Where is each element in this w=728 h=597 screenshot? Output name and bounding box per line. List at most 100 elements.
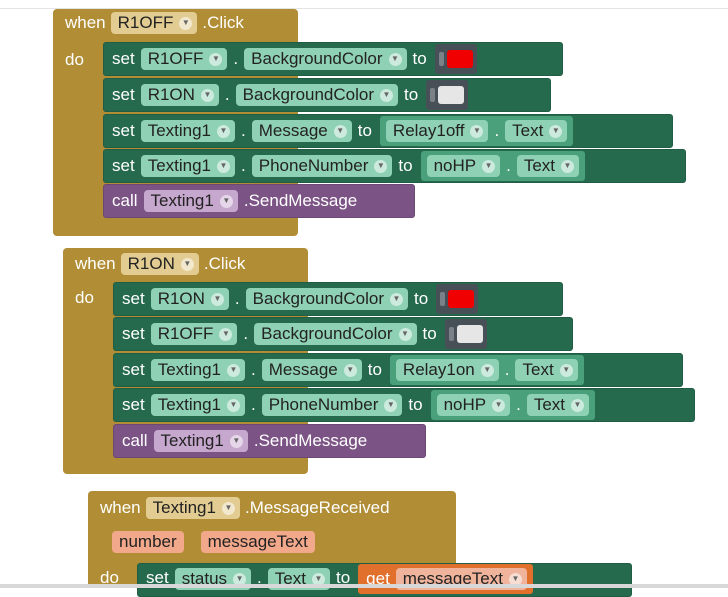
call-keyword: call (112, 191, 138, 210)
dot-separator: . (251, 360, 256, 379)
chevron-down-icon: ▼ (390, 292, 404, 306)
component-dropdown[interactable]: R1OFF ▼ (110, 12, 198, 34)
property-dropdown[interactable]: Message ▼ (261, 359, 362, 381)
component-name: noHP (433, 156, 477, 175)
color-swatch-red[interactable] (446, 50, 473, 68)
set-keyword: set (112, 121, 135, 140)
to-keyword: to (408, 395, 423, 414)
chevron-down-icon: ▼ (227, 398, 241, 412)
event-header: when R1ON ▼ .Click (75, 253, 245, 275)
set-statement[interactable]: set R1OFF ▼ . BackgroundColor ▼ to (113, 317, 573, 351)
call-keyword: call (122, 431, 148, 450)
dot-separator: . (243, 324, 249, 343)
set-statement[interactable]: set R1OFF ▼ . BackgroundColor ▼ to (103, 42, 563, 76)
do-keyword: do (65, 50, 84, 69)
dot-separator: . (241, 156, 246, 175)
property-dropdown[interactable]: Text ▼ (526, 394, 590, 416)
component-dropdown[interactable]: R1ON ▼ (140, 84, 219, 106)
component-name: Texting1 (147, 121, 212, 140)
component-dropdown[interactable]: Texting1 ▼ (150, 359, 246, 381)
component-dropdown[interactable]: R1ON ▼ (120, 253, 199, 275)
chevron-down-icon: ▼ (380, 88, 394, 102)
component-dropdown[interactable]: Texting1 ▼ (140, 120, 236, 142)
component-dropdown[interactable]: Relay1off ▼ (385, 120, 489, 142)
component-dropdown[interactable]: noHP ▼ (436, 394, 511, 416)
component-dropdown[interactable]: Texting1 ▼ (145, 497, 240, 519)
set-statement[interactable]: set R1ON ▼ . BackgroundColor ▼ to (113, 282, 563, 316)
when-keyword: when (65, 13, 106, 32)
call-statement[interactable]: call Texting1 ▼ .SendMessage (103, 184, 415, 218)
property-dropdown[interactable]: Text ▼ (516, 155, 580, 177)
event-header: when R1OFF ▼ .Click (65, 12, 244, 34)
component-dropdown[interactable]: R1ON ▼ (150, 288, 229, 310)
component-name: R1ON (147, 85, 195, 104)
component-name: Texting1 (147, 156, 212, 175)
chevron-down-icon: ▼ (210, 292, 224, 306)
set-statement[interactable]: set Texting1 ▼ . Message ▼ to Relay1on ▼ . … (113, 353, 683, 387)
component-dropdown[interactable]: Texting1 ▼ (140, 155, 236, 177)
component-dropdown[interactable]: Texting1 ▼ (143, 190, 238, 212)
component-dropdown[interactable]: noHP ▼ (426, 155, 501, 177)
event-name: .Click (202, 13, 244, 32)
property-name: BackgroundColor (252, 289, 385, 308)
component-dropdown[interactable]: R1OFF ▼ (140, 48, 228, 70)
component-dropdown[interactable]: Texting1 ▼ (150, 394, 246, 416)
component-name: R1ON (127, 254, 175, 273)
component-dropdown[interactable]: Texting1 ▼ (153, 430, 248, 452)
property-dropdown[interactable]: Text ▼ (505, 120, 568, 142)
property-name: Text (512, 121, 544, 140)
dot-separator: . (241, 121, 246, 140)
component-getter-block[interactable]: Relay1off ▼ . Text ▼ (379, 116, 574, 146)
parameter-messagetext[interactable]: messageText (200, 531, 315, 553)
set-keyword: set (112, 156, 135, 175)
workspace-bottom-scrollbar[interactable] (0, 584, 728, 588)
set-keyword: set (122, 324, 145, 343)
component-getter-block[interactable]: Relay1on ▼ . Text ▼ (389, 355, 584, 385)
set-statement[interactable]: set Texting1 ▼ . Message ▼ to Relay1off ▼ .… (103, 114, 673, 148)
socket-nub (438, 52, 444, 66)
color-swatch-white[interactable] (438, 86, 465, 104)
parameter-number[interactable]: number (112, 531, 184, 553)
component-getter-block[interactable]: noHP ▼ . Text ▼ (430, 390, 596, 420)
color-swatch-red[interactable] (448, 290, 475, 308)
property-name: Text (522, 360, 554, 379)
color-block[interactable] (436, 284, 479, 314)
chevron-down-icon: ▼ (549, 124, 563, 138)
property-dropdown[interactable]: BackgroundColor ▼ (244, 48, 407, 70)
dot-separator: . (506, 156, 511, 175)
to-keyword: to (422, 324, 437, 343)
component-dropdown[interactable]: Relay1on ▼ (395, 359, 499, 381)
component-name: R1OFF (147, 49, 204, 68)
chevron-down-icon: ▼ (200, 88, 214, 102)
property-dropdown[interactable]: BackgroundColor ▼ (245, 288, 409, 310)
dot-separator: . (251, 395, 256, 414)
chevron-down-icon: ▼ (227, 363, 241, 377)
color-block[interactable] (426, 80, 469, 110)
property-dropdown[interactable]: Message ▼ (251, 120, 352, 142)
set-statement[interactable]: set R1ON ▼ . BackgroundColor ▼ to (103, 78, 551, 112)
set-keyword: set (122, 395, 145, 414)
chevron-down-icon: ▼ (492, 398, 506, 412)
color-block[interactable] (434, 44, 477, 74)
property-dropdown[interactable]: BackgroundColor ▼ (235, 84, 399, 106)
component-dropdown[interactable]: R1OFF ▼ (150, 323, 238, 345)
set-statement[interactable]: set Texting1 ▼ . PhoneNumber ▼ to noHP ▼ . … (103, 149, 686, 183)
color-block[interactable] (444, 319, 487, 349)
set-statement[interactable]: set Texting1 ▼ . PhoneNumber ▼ to noHP ▼ . … (113, 388, 695, 422)
property-dropdown[interactable]: PhoneNumber ▼ (261, 394, 403, 416)
chevron-down-icon: ▼ (221, 501, 235, 515)
property-dropdown[interactable]: BackgroundColor ▼ (254, 323, 417, 345)
get-variable-block[interactable]: get messageText ▼ (358, 564, 533, 594)
property-name: Text (533, 395, 566, 414)
chevron-down-icon: ▼ (559, 363, 573, 377)
component-name: Relay1on (402, 360, 475, 379)
property-dropdown[interactable]: PhoneNumber ▼ (251, 155, 393, 177)
component-name: R1OFF (157, 324, 214, 343)
property-name: PhoneNumber (258, 156, 369, 175)
component-getter-block[interactable]: noHP ▼ . Text ▼ (420, 151, 586, 181)
call-statement[interactable]: call Texting1 ▼ .SendMessage (113, 424, 426, 458)
color-swatch-white[interactable] (456, 325, 483, 343)
set-statement[interactable]: set status ▼ . Text ▼ to get messageText ▼ (137, 563, 632, 597)
property-dropdown[interactable]: Text ▼ (515, 359, 578, 381)
socket-nub (430, 88, 436, 102)
